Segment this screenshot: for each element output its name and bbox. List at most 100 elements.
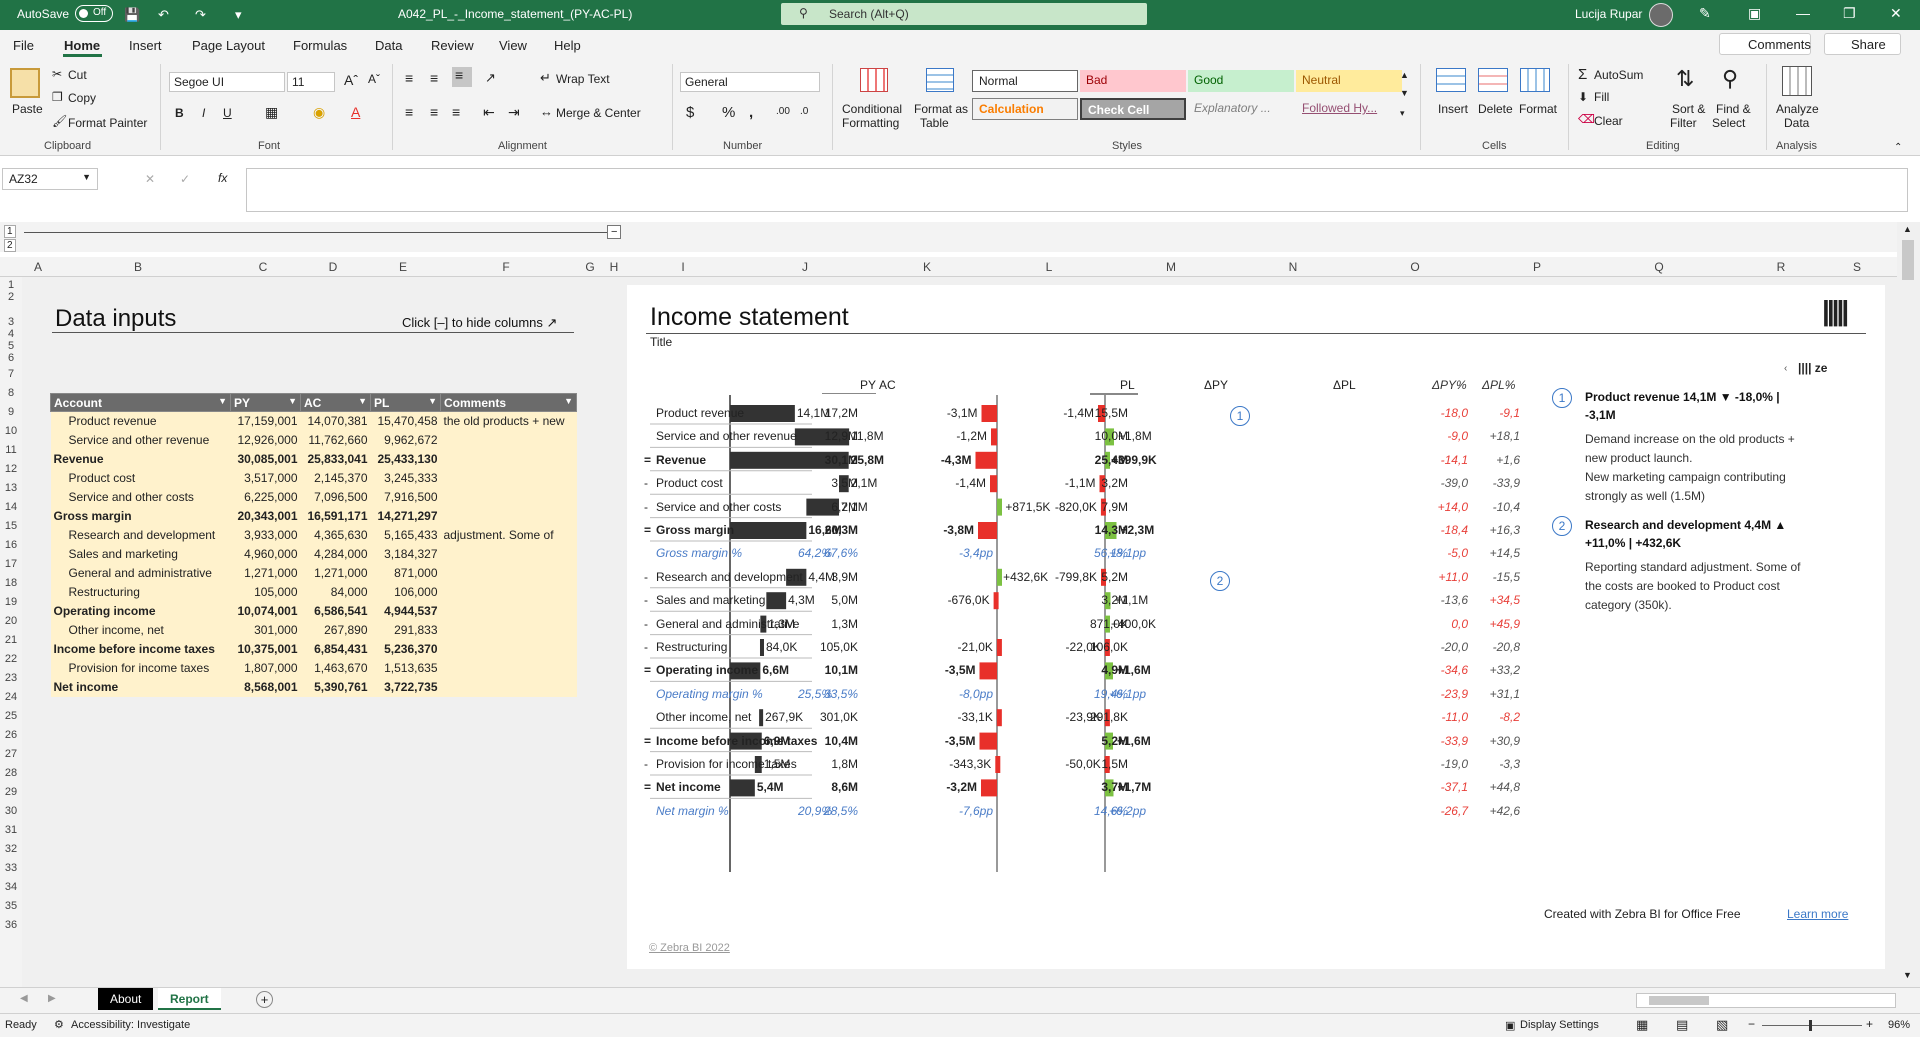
menu-home[interactable]: Home: [64, 38, 100, 53]
row-header[interactable]: 6: [0, 352, 22, 364]
accessibility-status[interactable]: Accessibility: Investigate: [71, 1019, 190, 1031]
column-header[interactable]: J: [744, 260, 866, 274]
sort-filter-icon[interactable]: ⇅: [1676, 66, 1694, 92]
merge-center-button[interactable]: Merge & Center: [556, 106, 641, 120]
menu-data[interactable]: Data: [375, 38, 402, 53]
format-as-table-icon[interactable]: [926, 68, 954, 92]
row-header[interactable]: 4: [0, 328, 22, 340]
row-header[interactable]: 1: [0, 279, 22, 291]
italic-button[interactable]: I: [202, 106, 205, 120]
menu-review[interactable]: Review: [431, 38, 474, 53]
insert-cells-icon[interactable]: [1436, 68, 1466, 92]
row-header[interactable]: 20: [0, 615, 22, 627]
percent-icon[interactable]: %: [722, 104, 735, 121]
find-select-button[interactable]: Find &: [1716, 102, 1751, 116]
row-header[interactable]: 30: [0, 805, 22, 817]
style-explanatory[interactable]: Explanatory ...: [1188, 98, 1294, 120]
grow-font-icon[interactable]: Aˆ: [344, 72, 358, 88]
style-bad[interactable]: Bad: [1080, 70, 1186, 92]
row-header[interactable]: 22: [0, 653, 22, 665]
decrease-indent-icon[interactable]: ⇤: [483, 104, 495, 121]
menu-help[interactable]: Help: [554, 38, 581, 53]
paste-icon[interactable]: [10, 68, 40, 98]
fill-color-icon[interactable]: ◉: [313, 104, 325, 121]
shrink-font-icon[interactable]: Aˇ: [368, 72, 380, 86]
row-header[interactable]: 19: [0, 596, 22, 608]
learn-more-link[interactable]: Learn more: [1787, 907, 1848, 921]
column-header[interactable]: G: [574, 260, 606, 274]
analyze-data-button[interactable]: Analyze: [1776, 102, 1819, 116]
row-header[interactable]: 12: [0, 463, 22, 475]
page-break-view-icon[interactable]: ▧: [1716, 1017, 1728, 1033]
row-header[interactable]: 18: [0, 577, 22, 589]
sheet-tab-about[interactable]: About: [98, 988, 154, 1010]
zoom-slider[interactable]: [1762, 1025, 1862, 1026]
collapse-columns-button[interactable]: −: [607, 225, 622, 239]
outline-level-2[interactable]: 2: [4, 239, 16, 252]
row-header[interactable]: 35: [0, 900, 22, 912]
row-header[interactable]: 7: [0, 368, 22, 380]
find-select-icon[interactable]: ⚲: [1722, 66, 1738, 92]
align-middle-icon[interactable]: ≡: [430, 70, 438, 86]
search-box[interactable]: ⚲ Search (Alt+Q): [781, 3, 1147, 25]
cut-button[interactable]: Cut: [68, 68, 87, 82]
format-painter-button[interactable]: Format Painter: [68, 116, 147, 130]
decrease-decimal-icon[interactable]: .0: [800, 106, 808, 117]
cancel-icon[interactable]: ✕: [145, 172, 155, 186]
document-title[interactable]: A042_PL_-_Income_statement_(PY-AC-PL): [398, 7, 632, 21]
row-header[interactable]: 8: [0, 387, 22, 399]
row-header[interactable]: 28: [0, 767, 22, 779]
collapse-ribbon-icon[interactable]: ⌃: [1894, 142, 1902, 153]
row-header[interactable]: 31: [0, 824, 22, 836]
column-header[interactable]: R: [1720, 260, 1842, 274]
row-header[interactable]: 26: [0, 729, 22, 741]
copy-button[interactable]: Copy: [68, 91, 96, 105]
display-settings-button[interactable]: Display Settings: [1520, 1019, 1599, 1031]
close-icon[interactable]: ✕: [1890, 5, 1902, 22]
row-header[interactable]: 5: [0, 340, 22, 352]
wrap-text-button[interactable]: Wrap Text: [556, 72, 610, 86]
align-left-icon[interactable]: ≡: [405, 104, 413, 120]
column-header[interactable]: E: [368, 260, 438, 274]
menu-formulas[interactable]: Formulas: [293, 38, 347, 53]
row-header[interactable]: 13: [0, 482, 22, 494]
tab-prev-icon[interactable]: ◀: [20, 993, 28, 1004]
column-header[interactable]: N: [1232, 260, 1354, 274]
note-marker[interactable]: 1: [1552, 388, 1572, 408]
undo-icon[interactable]: ↶: [158, 7, 169, 23]
row-header[interactable]: 25: [0, 710, 22, 722]
delete-cells-icon[interactable]: [1478, 68, 1508, 92]
name-box[interactable]: AZ32 ▼: [2, 168, 98, 190]
page-layout-view-icon[interactable]: ▤: [1676, 1017, 1688, 1033]
note-marker[interactable]: 1: [1230, 406, 1250, 426]
fill-button[interactable]: Fill: [1594, 90, 1609, 104]
format-as-table-button[interactable]: Format as: [914, 102, 968, 116]
pen-icon[interactable]: ✎: [1699, 5, 1711, 22]
column-header[interactable]: B: [48, 260, 228, 274]
column-header[interactable]: C: [228, 260, 298, 274]
row-header[interactable]: 23: [0, 672, 22, 684]
column-header[interactable]: D: [298, 260, 368, 274]
column-header[interactable]: I: [622, 260, 744, 274]
column-header[interactable]: A: [28, 260, 48, 274]
font-family-select[interactable]: Segoe UI: [169, 72, 285, 92]
style-followed-hyperlink[interactable]: Followed Hy...: [1296, 98, 1402, 120]
customize-toolbar-icon[interactable]: ▾: [235, 7, 242, 23]
zoom-slider-thumb[interactable]: [1809, 1020, 1812, 1031]
row-header[interactable]: 16: [0, 539, 22, 551]
formula-input[interactable]: [246, 168, 1908, 212]
menu-view[interactable]: View: [499, 38, 527, 53]
row-header[interactable]: 14: [0, 501, 22, 513]
column-header[interactable]: S: [1842, 260, 1872, 274]
style-good[interactable]: Good: [1188, 70, 1294, 92]
conditional-formatting-icon[interactable]: [860, 68, 888, 92]
column-header[interactable]: H: [606, 260, 622, 274]
row-header[interactable]: 21: [0, 634, 22, 646]
align-right-icon[interactable]: ≡: [452, 104, 460, 120]
increase-decimal-icon[interactable]: .00: [776, 106, 790, 117]
ribbon-display-icon[interactable]: ▣: [1748, 5, 1761, 22]
insert-cells-button[interactable]: Insert: [1438, 102, 1468, 116]
analyze-data-icon[interactable]: [1782, 66, 1812, 96]
row-header[interactable]: 2: [0, 291, 22, 303]
horizontal-scrollbar[interactable]: [1636, 993, 1896, 1008]
